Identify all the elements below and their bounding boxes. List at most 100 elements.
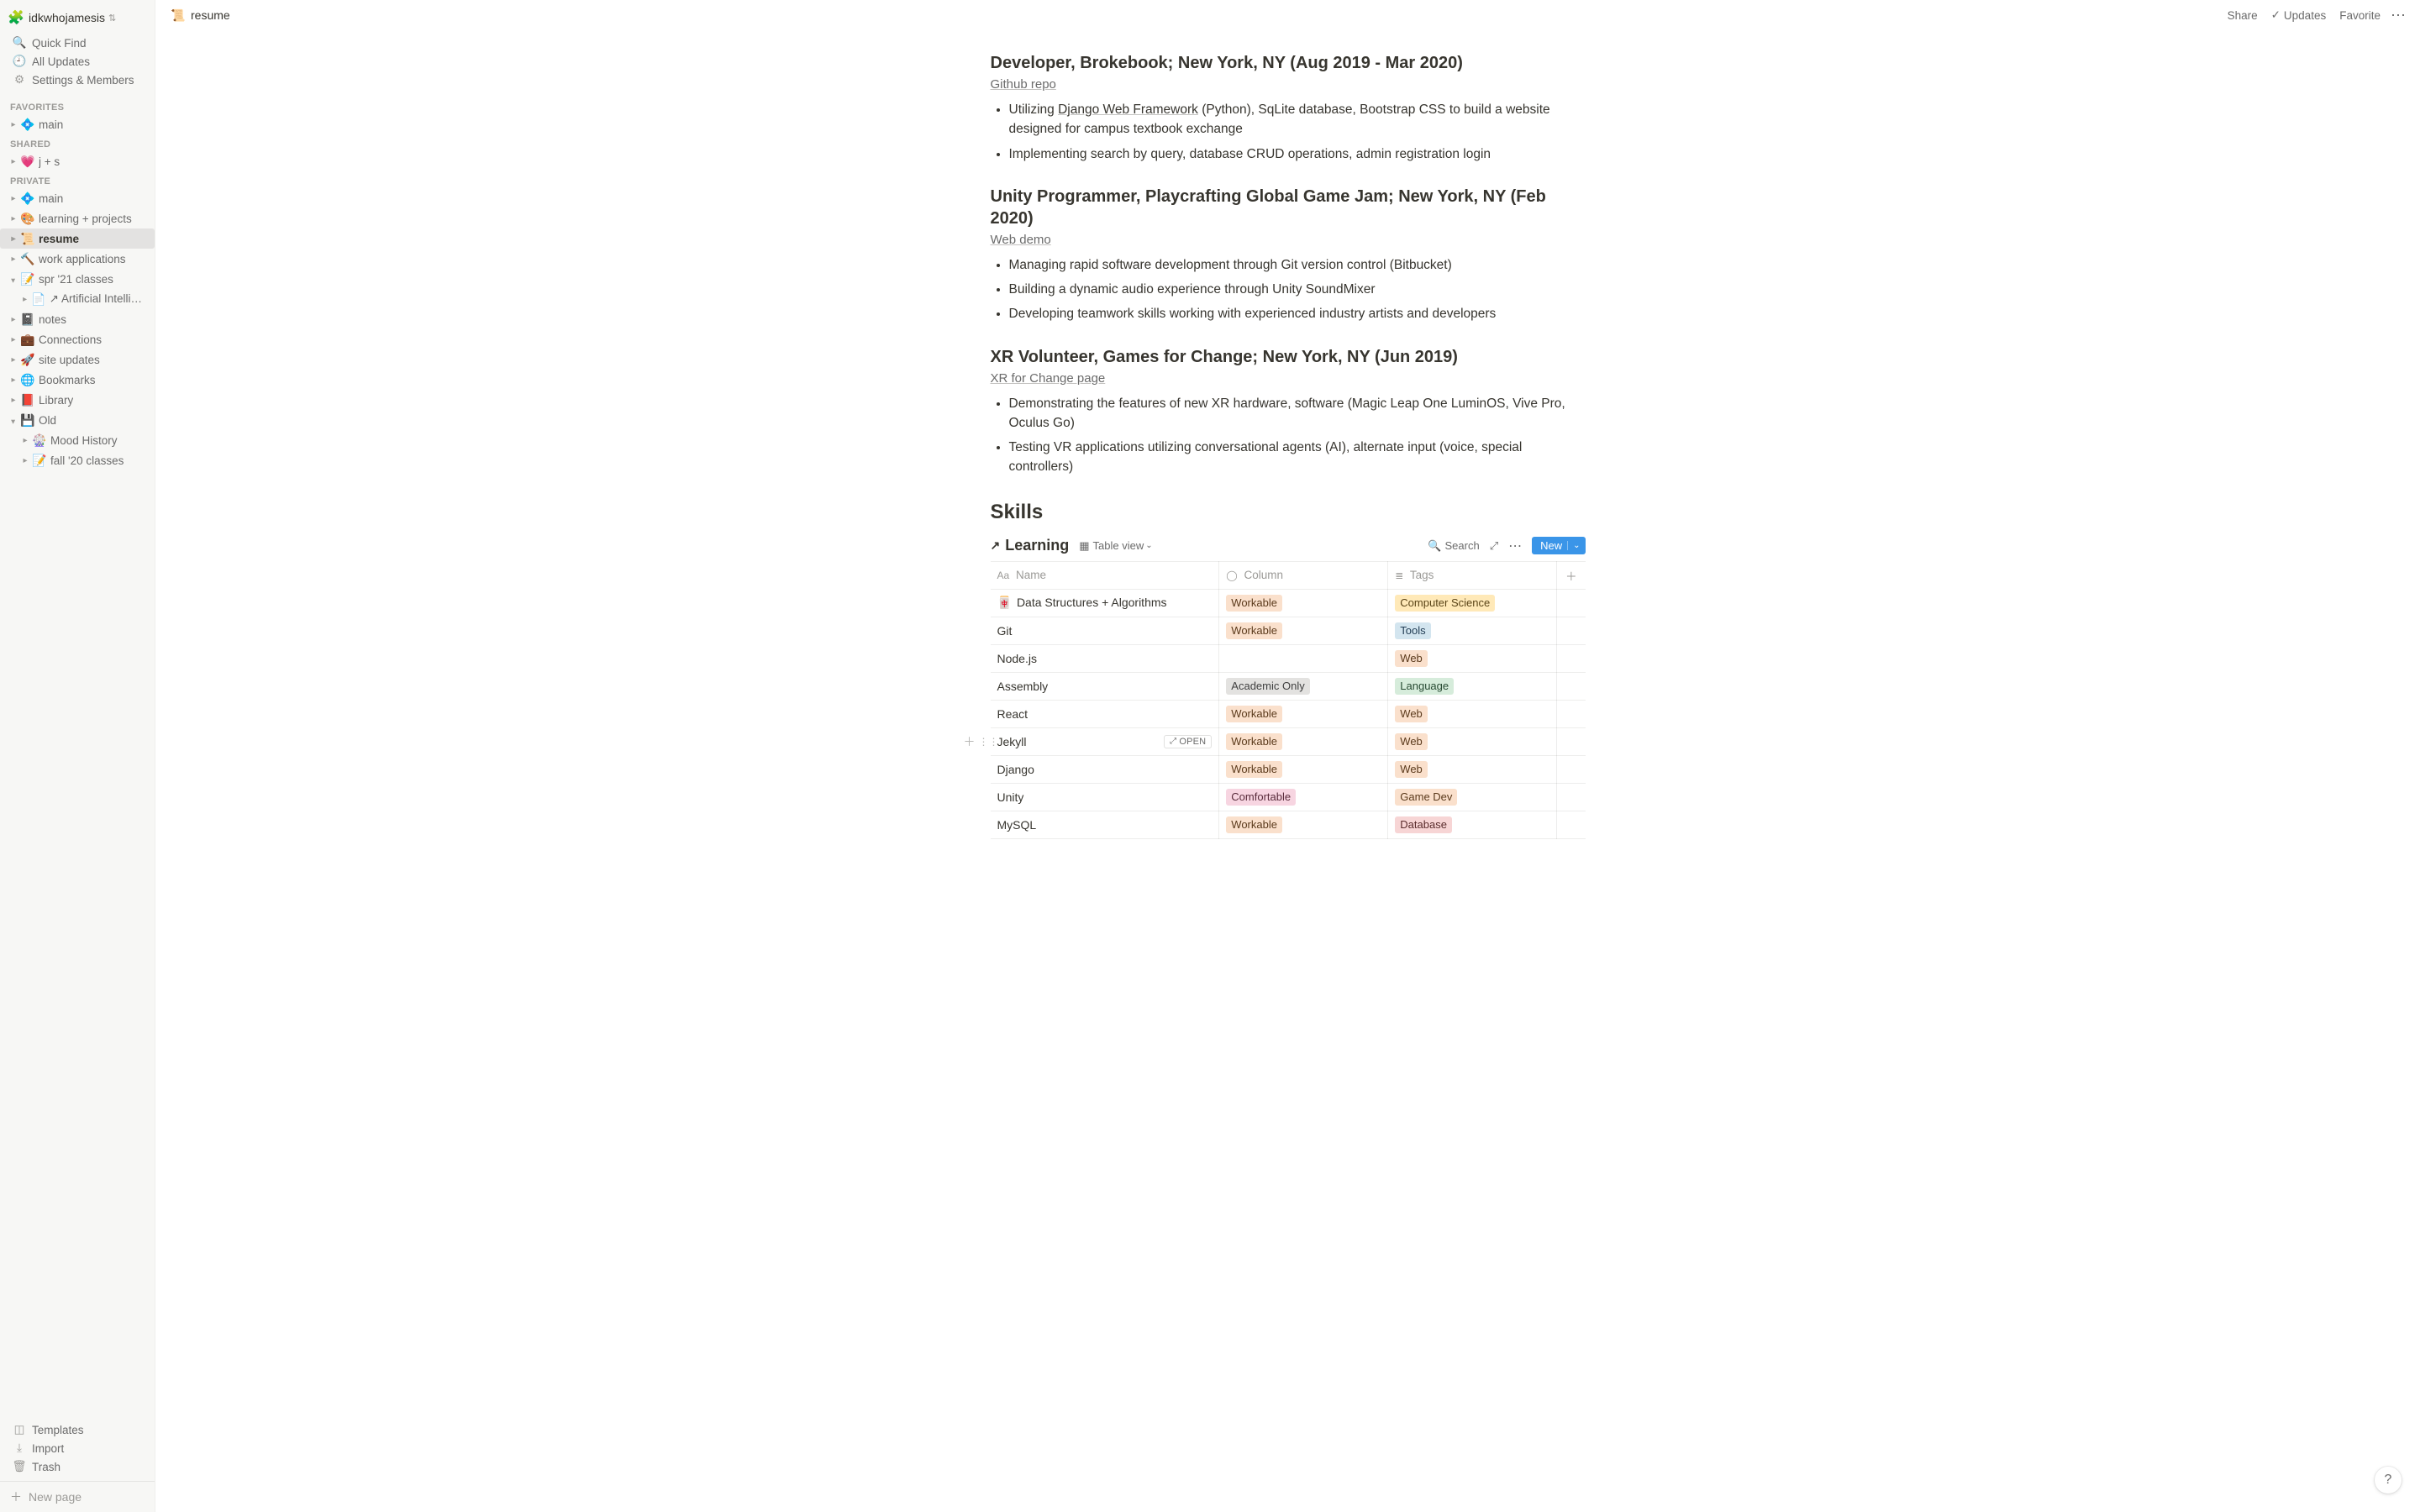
disclosure-caret-icon[interactable]: ▸ [8,335,18,344]
job-reference-link[interactable]: Web demo [991,233,1051,247]
settings-members[interactable]: ⚙ Settings & Members [3,71,151,89]
table-row[interactable]: Node.js Web [991,644,1586,672]
column-header-column[interactable]: ◯ Column [1219,561,1388,589]
db-search[interactable]: 🔍 Search [1423,538,1484,554]
disclosure-caret-icon[interactable]: ▸ [8,417,18,427]
help-button[interactable]: ? [2375,1467,2402,1494]
disclosure-caret-icon[interactable]: ▸ [8,234,18,244]
disclosure-caret-icon[interactable]: ▸ [8,315,18,324]
sidebar-page-item[interactable]: ▸💠main [0,114,155,134]
cell-tags[interactable]: Web [1388,727,1557,755]
cell-name[interactable]: 🀄Data Structures + Algorithms [991,589,1219,617]
cell-name[interactable]: Node.js [991,644,1219,672]
sidebar-page-item[interactable]: ▸💼Connections [0,329,155,349]
chevron-down-icon[interactable]: ⌄ [1567,541,1580,550]
sidebar-page-item[interactable]: ▸💾Old [0,410,155,430]
disclosure-caret-icon[interactable]: ▸ [8,120,18,129]
cell-name[interactable]: ＋⋮⋮Jekyll⤢OPEN [991,727,1219,755]
cell-tags[interactable]: Web [1388,644,1557,672]
sidebar-page-item[interactable]: ▸📝spr '21 classes [0,269,155,289]
disclosure-caret-icon[interactable]: ▸ [8,355,18,365]
cell-column[interactable]: Comfortable [1219,783,1388,811]
cell-tags[interactable]: Web [1388,755,1557,783]
sidebar-page-item[interactable]: ▸📕Library [0,390,155,410]
disclosure-caret-icon[interactable]: ▸ [8,194,18,203]
sidebar-page-item[interactable]: ▸📓notes [0,309,155,329]
database-title-link[interactable]: ↗ Learning [991,537,1070,554]
disclosure-caret-icon[interactable]: ▸ [8,276,18,286]
add-column-button[interactable]: ＋ [1557,561,1586,589]
cell-column[interactable] [1219,644,1388,672]
sidebar-page-item[interactable]: ▸💗j + s [0,151,155,171]
drag-handle-icon[interactable]: ⋮⋮ [979,736,999,748]
cell-column[interactable]: Academic Only [1219,672,1388,700]
templates[interactable]: ◫ Templates [3,1420,151,1439]
disclosure-caret-icon[interactable]: ▸ [20,436,30,445]
cell-tags[interactable]: Computer Science [1388,589,1557,617]
table-row[interactable]: ＋⋮⋮Jekyll⤢OPENWorkableWeb [991,727,1586,755]
job-reference-link[interactable]: Github repo [991,77,1056,92]
cell-column[interactable]: Workable [1219,811,1388,838]
column-header-tags[interactable]: ≣ Tags [1388,561,1557,589]
cell-tags[interactable]: Language [1388,672,1557,700]
sidebar-page-item[interactable]: ▸💠main [0,188,155,208]
all-updates[interactable]: 🕘 All Updates [3,52,151,71]
disclosure-caret-icon[interactable]: ▸ [20,456,30,465]
cell-name[interactable]: Unity [991,783,1219,811]
cell-column[interactable]: Workable [1219,617,1388,644]
sidebar-page-item[interactable]: ▸🔨work applications [0,249,155,269]
open-row-button[interactable]: ⤢OPEN [1164,735,1212,748]
inline-link[interactable]: Django Web Framework [1058,102,1198,117]
cell-column[interactable]: Workable [1219,727,1388,755]
table-row[interactable]: MySQLWorkableDatabase [991,811,1586,838]
share-button[interactable]: Share [2221,6,2265,25]
sidebar-page-item[interactable]: ▸🌐Bookmarks [0,370,155,390]
cell-name[interactable]: Assembly [991,672,1219,700]
cell-column[interactable]: Workable [1219,589,1388,617]
cell-column[interactable]: Workable [1219,755,1388,783]
cell-tags[interactable]: Web [1388,700,1557,727]
disclosure-caret-icon[interactable]: ▸ [20,295,29,304]
disclosure-caret-icon[interactable]: ▸ [8,214,18,223]
new-page-button[interactable]: ＋ New page [0,1481,155,1512]
table-row[interactable]: UnityComfortableGame Dev [991,783,1586,811]
table-row[interactable]: AssemblyAcademic OnlyLanguage [991,672,1586,700]
cell-name[interactable]: MySQL [991,811,1219,838]
trash[interactable]: 🗑 Trash [3,1457,151,1476]
table-row[interactable]: GitWorkableTools [991,617,1586,644]
table-row[interactable]: DjangoWorkableWeb [991,755,1586,783]
sidebar-page-item[interactable]: ▸🎡Mood History [0,430,155,450]
sidebar-page-item[interactable]: ▸🚀site updates [0,349,155,370]
sidebar-page-item[interactable]: ▸📄↗ Artificial Intellige… [0,289,155,309]
disclosure-caret-icon[interactable]: ▸ [8,375,18,385]
cell-name[interactable]: React [991,700,1219,727]
table-row[interactable]: 🀄Data Structures + AlgorithmsWorkableCom… [991,589,1586,617]
cell-column[interactable]: Workable [1219,700,1388,727]
disclosure-caret-icon[interactable]: ▸ [8,396,18,405]
job-reference-link[interactable]: XR for Change page [991,371,1106,386]
content-scroll[interactable]: Developer, Brokebook; New York, NY (Aug … [155,30,2420,1512]
db-expand[interactable]: ⤢ [1485,538,1503,554]
cell-name[interactable]: Django [991,755,1219,783]
table-row[interactable]: ReactWorkableWeb [991,700,1586,727]
sidebar-page-item[interactable]: ▸📝fall '20 classes [0,450,155,470]
quick-find[interactable]: 🔍 Quick Find [3,34,151,52]
cell-name[interactable]: Git [991,617,1219,644]
cell-tags[interactable]: Tools [1388,617,1557,644]
workspace-switcher[interactable]: 🧩 idkwhojamesis ⇅ [0,7,155,29]
breadcrumb[interactable]: 📜 resume [166,6,235,25]
favorite-button[interactable]: Favorite [2333,6,2387,25]
disclosure-caret-icon[interactable]: ▸ [8,255,18,264]
sidebar-page-item[interactable]: ▸📜resume [0,228,155,249]
updates-button[interactable]: ✓ Updates [2265,5,2333,25]
add-row-icon[interactable]: ＋ [964,733,976,750]
view-switcher[interactable]: ▦ Table view ⌄ [1079,539,1152,553]
cell-tags[interactable]: Game Dev [1388,783,1557,811]
db-new-button[interactable]: New ⌄ [1532,537,1585,554]
cell-tags[interactable]: Database [1388,811,1557,838]
db-menu[interactable]: ⋯ [1503,536,1527,556]
import[interactable]: ⤓ Import [3,1439,151,1457]
column-header-name[interactable]: Aa Name [991,561,1219,589]
page-menu-button[interactable]: ⋯ [2387,7,2410,24]
disclosure-caret-icon[interactable]: ▸ [8,157,18,166]
